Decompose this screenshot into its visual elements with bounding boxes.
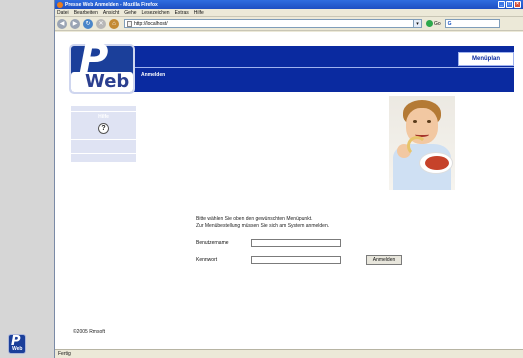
copyright-text: ©2005 Rmsoft bbox=[73, 329, 106, 335]
address-dropdown-icon[interactable]: ▾ bbox=[414, 19, 422, 28]
status-bar: Fertig bbox=[55, 349, 523, 358]
menu-ansicht[interactable]: Ansicht bbox=[103, 10, 119, 16]
navigation-toolbar: ◀ ▶ ↻ ✕ ⌂ http://localhost/ ▾ Go G bbox=[55, 17, 523, 31]
window-title: Presse Web Anmelden - Mozilla Firefox bbox=[65, 1, 158, 8]
sidebar: Hilfe ? bbox=[71, 106, 136, 162]
maximize-button[interactable]: □ bbox=[506, 1, 513, 8]
browser-viewport: Menüplan Anmelden P Web Hilfe ? Bitte wä… bbox=[55, 32, 523, 349]
address-bar[interactable]: http://localhost/ bbox=[124, 19, 414, 28]
go-icon[interactable] bbox=[426, 20, 433, 27]
desktop-logo-text: Web bbox=[12, 346, 23, 352]
sidebar-divider bbox=[71, 139, 136, 140]
sidebar-divider bbox=[71, 111, 136, 112]
web-page: Menüplan Anmelden P Web Hilfe ? Bitte wä… bbox=[69, 36, 514, 349]
menu-gehe[interactable]: Gehe bbox=[124, 10, 136, 16]
stop-icon[interactable]: ✕ bbox=[96, 18, 106, 29]
intro-line-1: Bitte wählen Sie oben den gewünschten Me… bbox=[196, 216, 313, 222]
password-label: Kennwort bbox=[196, 257, 218, 263]
close-button[interactable]: × bbox=[514, 1, 521, 8]
help-icon[interactable]: ? bbox=[98, 123, 109, 134]
go-label[interactable]: Go bbox=[434, 21, 441, 27]
intro-line-2: Zur Menübestellung müssen Sie sich am Sy… bbox=[196, 223, 330, 229]
page-title: Anmelden bbox=[141, 72, 166, 78]
menu-bearbeiten[interactable]: Bearbeiten bbox=[74, 10, 98, 16]
browser-window: Presse Web Anmelden - Mozilla Firefox _ … bbox=[54, 0, 523, 358]
username-input[interactable] bbox=[251, 239, 341, 247]
menu-hilfe[interactable]: Hilfe bbox=[194, 10, 204, 16]
menu-datei[interactable]: Datei bbox=[57, 10, 69, 16]
boy-eating-spaghetti-image bbox=[389, 96, 455, 190]
desktop-area: P Web bbox=[0, 0, 54, 358]
home-icon[interactable]: ⌂ bbox=[109, 18, 119, 29]
password-input[interactable] bbox=[251, 256, 341, 264]
back-arrow-icon[interactable]: ◀ bbox=[57, 18, 67, 29]
login-button[interactable]: Anmelden bbox=[366, 255, 402, 265]
username-label: Benutzername bbox=[196, 240, 229, 246]
intro-text: Bitte wählen Sie oben den gewünschten Me… bbox=[196, 216, 396, 230]
menu-lesezeichen[interactable]: Lesezeichen bbox=[142, 10, 170, 16]
page-header: Menüplan Anmelden bbox=[71, 46, 514, 92]
reload-icon[interactable]: ↻ bbox=[83, 18, 93, 29]
forward-arrow-icon[interactable]: ▶ bbox=[70, 18, 80, 29]
minimize-button[interactable]: _ bbox=[498, 1, 505, 8]
search-engine-icon: G bbox=[447, 20, 452, 27]
username-row: Benutzername bbox=[196, 238, 426, 248]
title-bar[interactable]: Presse Web Anmelden - Mozilla Firefox _ … bbox=[55, 0, 523, 9]
tab-menueplan[interactable]: Menüplan bbox=[458, 52, 514, 66]
logo-text: Web bbox=[85, 71, 130, 92]
address-text: http://localhost/ bbox=[134, 20, 168, 27]
desktop-pweb-logo[interactable]: P Web bbox=[8, 334, 26, 354]
header-divider bbox=[71, 67, 514, 68]
status-text: Fertig bbox=[58, 351, 71, 357]
firefox-icon bbox=[57, 1, 63, 8]
pweb-logo: P Web bbox=[69, 36, 137, 96]
page-icon bbox=[127, 20, 132, 27]
menu-bar: Datei Bearbeiten Ansicht Gehe Lesezeiche… bbox=[55, 9, 523, 17]
sidebar-label: Hilfe bbox=[98, 114, 109, 120]
search-box[interactable]: G bbox=[444, 19, 500, 28]
sidebar-divider bbox=[71, 153, 136, 154]
menu-extras[interactable]: Extras bbox=[175, 10, 189, 16]
